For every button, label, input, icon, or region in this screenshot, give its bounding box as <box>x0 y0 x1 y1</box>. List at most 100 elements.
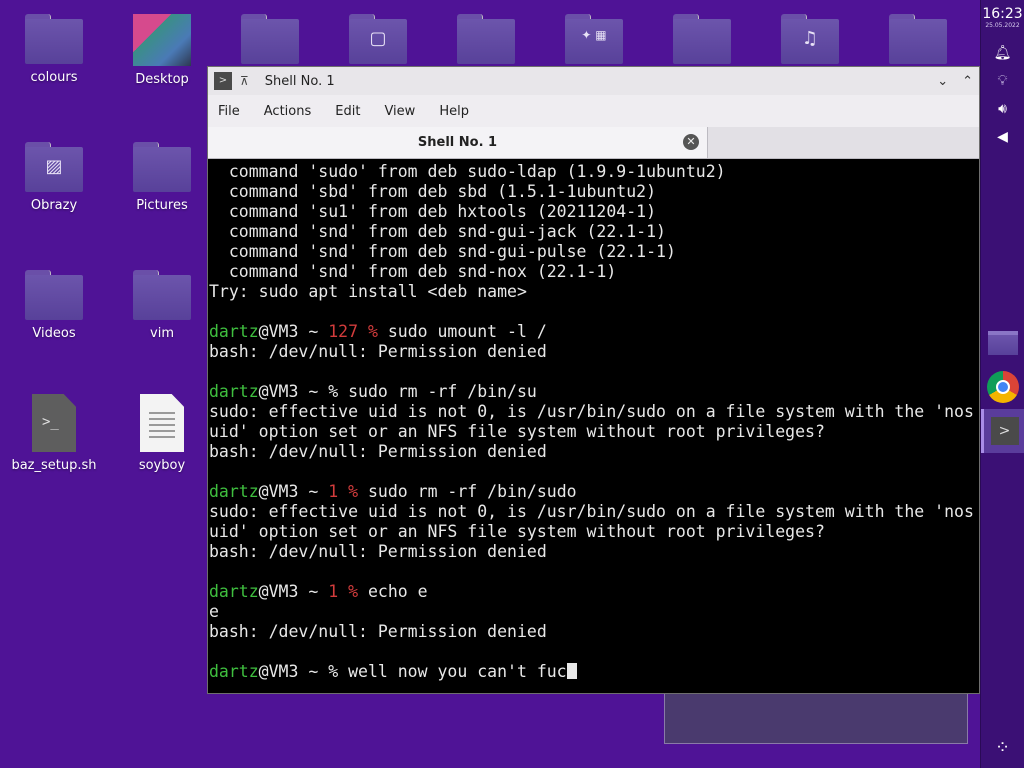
desktop-icon-baz-setup[interactable]: >_ baz_setup.sh <box>8 394 100 473</box>
terminal-text: command 'snd' from deb snd-nox (22.1-1) <box>209 262 617 281</box>
desktop-folder-music-partial[interactable]: ♫ <box>781 14 839 64</box>
terminal-line: bash: /dev/null: Permission denied <box>209 442 979 462</box>
terminal-text: e <box>209 602 219 621</box>
desktop-icon-colours[interactable]: colours <box>8 14 100 85</box>
terminal-text: @VM3 ~ % well now you can't fuc <box>258 662 567 681</box>
window-title: Shell No. 1 <box>264 73 335 89</box>
desktop-folder-partial[interactable] <box>457 14 515 64</box>
terminal-text: command 'sudo' from deb sudo-ldap (1.9.9… <box>209 162 726 181</box>
folder-icon <box>988 331 1018 355</box>
terminal-line: command 'snd' from deb snd-gui-pulse (22… <box>209 242 979 262</box>
folder-icon <box>25 14 83 64</box>
terminal-line: bash: /dev/null: Permission denied <box>209 342 979 362</box>
menu-bar: File Actions Edit View Help <box>208 95 979 127</box>
desktop-folder-partial[interactable] <box>889 14 947 64</box>
desktop-folder-games-partial[interactable]: ✦ ▦ <box>565 14 623 64</box>
folder-icon <box>133 142 191 192</box>
terminal-text: sudo: effective uid is not 0, is /usr/bi… <box>209 502 974 521</box>
desktop-icon-obrazy[interactable]: ▨ Obrazy <box>8 142 100 213</box>
prompt-exit-code: 1 % <box>328 482 359 501</box>
terminal-text: sudo rm -rf /bin/sudo <box>358 482 577 501</box>
desktop-icon-label: baz_setup.sh <box>11 458 97 473</box>
prompt-exit-code: 127 % <box>328 322 378 341</box>
terminal-text: sudo: effective uid is not 0, is /usr/bi… <box>209 402 974 421</box>
desktop-icon-label: Desktop <box>135 72 189 87</box>
desktop-icon-desktop[interactable]: Desktop <box>116 14 208 87</box>
text-cursor <box>566 663 577 679</box>
terminal-line: Try: sudo apt install <deb name> <box>209 282 979 302</box>
panel-menu-icon[interactable]: ⁘ <box>981 737 1024 758</box>
desktop-folder-partial[interactable] <box>241 14 299 64</box>
folder-icon <box>889 14 947 64</box>
wallpaper-thumbnail-icon <box>133 14 191 66</box>
lightbulb-icon[interactable]: 💡︎ <box>981 67 1024 95</box>
tab-shell-1[interactable]: Shell No. 1 ✕ <box>208 127 708 158</box>
folder-icon <box>241 14 299 64</box>
terminal-line: command 'su1' from deb hxtools (20211204… <box>209 202 979 222</box>
terminal-output[interactable]: command 'sudo' from deb sudo-ldap (1.9.9… <box>209 160 979 693</box>
prompt-user: dartz <box>209 322 259 341</box>
terminal-text: Try: sudo apt install <deb name> <box>209 282 527 301</box>
terminal-text: bash: /dev/null: Permission denied <box>209 622 547 641</box>
minimize-button[interactable]: ⌄ <box>937 74 948 89</box>
menu-help[interactable]: Help <box>439 104 469 119</box>
prompt-user: dartz <box>209 482 259 501</box>
document-folder-icon: ▢ <box>349 14 407 64</box>
terminal-app-icon[interactable]: > <box>214 72 232 90</box>
background-window[interactable] <box>664 692 968 744</box>
menu-view[interactable]: View <box>384 104 415 119</box>
folder-icon <box>25 270 83 320</box>
desktop-icon-label: Pictures <box>136 198 188 213</box>
shell-script-icon: >_ <box>32 394 76 452</box>
prompt-user: dartz <box>209 382 259 401</box>
prompt-user: dartz <box>209 582 259 601</box>
terminal-line: dartz@VM3 ~ 1 % sudo rm -rf /bin/sudo <box>209 482 979 502</box>
terminal-line: dartz@VM3 ~ 127 % sudo umount -l / <box>209 322 979 342</box>
desktop-folder-partial[interactable] <box>673 14 731 64</box>
desktop-icon-vim[interactable]: vim <box>116 270 208 341</box>
tab-bar: Shell No. 1 ✕ <box>208 127 979 159</box>
desktop-icon-label: soyboy <box>138 458 186 473</box>
terminal-text: bash: /dev/null: Permission denied <box>209 342 547 361</box>
terminal-text: @VM3 ~ % sudo rm -rf /bin/su <box>258 382 537 401</box>
menu-edit[interactable]: Edit <box>335 104 360 119</box>
terminal-line: dartz@VM3 ~ 1 % echo e <box>209 582 979 602</box>
menu-file[interactable]: File <box>218 104 240 119</box>
desktop-icon-pictures[interactable]: Pictures <box>116 142 208 213</box>
chrome-icon <box>987 371 1019 403</box>
terminal-text: command 'su1' from deb hxtools (20211204… <box>209 202 657 221</box>
taskbar-file-manager[interactable] <box>981 321 1024 365</box>
clock-time[interactable]: 16:23 <box>981 6 1024 22</box>
terminal-line: sudo: effective uid is not 0, is /usr/bi… <box>209 502 979 522</box>
collapse-arrow-icon[interactable]: ◀ <box>981 123 1024 151</box>
terminal-line: command 'snd' from deb snd-gui-jack (22.… <box>209 222 979 242</box>
terminal-text: sudo umount -l / <box>377 322 547 341</box>
taskbar-chrome[interactable] <box>981 365 1024 409</box>
menu-actions[interactable]: Actions <box>264 104 312 119</box>
terminal-line: e <box>209 602 979 622</box>
keep-above-icon[interactable]: ⊼ <box>240 74 249 88</box>
window-titlebar[interactable]: > ⊼ Shell No. 1 ⌄ ⌃ <box>208 67 979 95</box>
terminal-line: bash: /dev/null: Permission denied <box>209 622 979 642</box>
volume-icon[interactable]: 🔊︎ <box>981 95 1024 123</box>
terminal-window[interactable]: > ⊼ Shell No. 1 ⌄ ⌃ File Actions Edit Vi… <box>207 66 980 694</box>
desktop-icon-soyboy[interactable]: soyboy <box>116 394 208 473</box>
taskbar-terminal[interactable]: > <box>981 409 1024 453</box>
notifications-bell-icon[interactable]: 🔔︎ <box>981 39 1024 67</box>
desktop-icon-videos[interactable]: Videos <box>8 270 100 341</box>
desktop-icon-label: Obrazy <box>30 198 78 213</box>
terminal-text: uid' option set or an NFS file system wi… <box>209 522 825 541</box>
terminal-text: command 'snd' from deb snd-gui-jack (22.… <box>209 222 666 241</box>
terminal-line: command 'snd' from deb snd-nox (22.1-1) <box>209 262 979 282</box>
terminal-icon: > <box>990 417 1019 445</box>
desktop-icon-label: colours <box>30 70 78 85</box>
terminal-text: @VM3 ~ <box>258 322 329 341</box>
prompt-user: dartz <box>209 662 259 681</box>
desktop-folder-document-partial[interactable]: ▢ <box>349 14 407 64</box>
terminal-line: bash: /dev/null: Permission denied <box>209 542 979 562</box>
terminal-line: command 'sbd' from deb sbd (1.5.1-1ubunt… <box>209 182 979 202</box>
maximize-button[interactable]: ⌃ <box>962 74 973 89</box>
close-tab-icon[interactable]: ✕ <box>683 134 699 150</box>
